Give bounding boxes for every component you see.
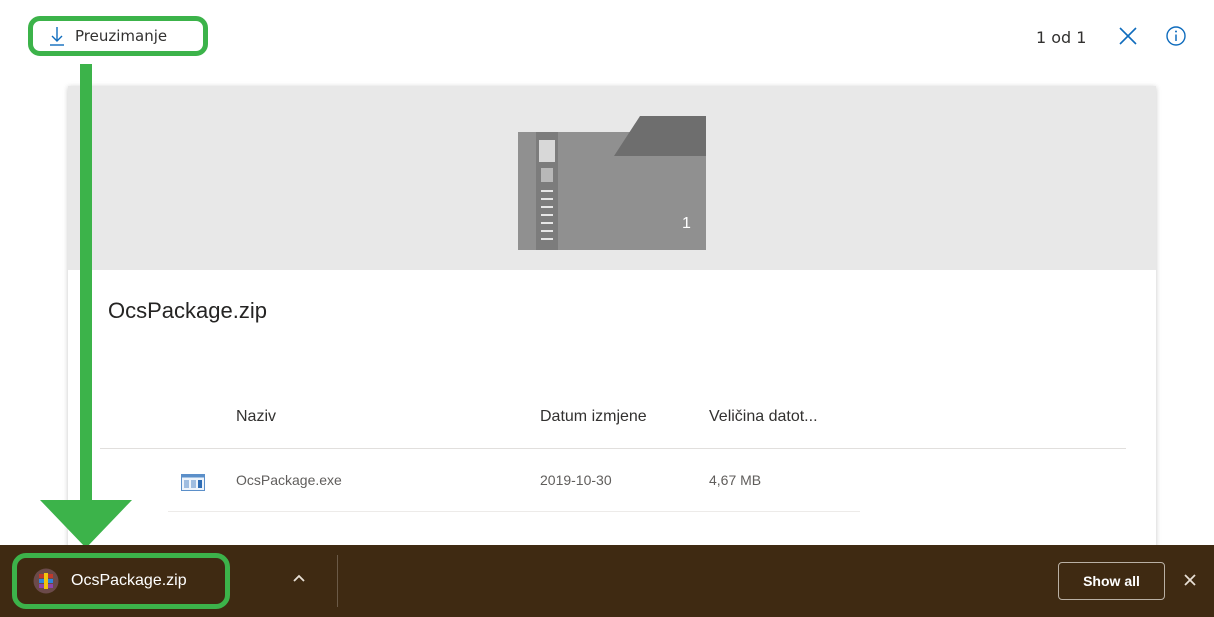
page-counter: 1 od 1 bbox=[1036, 28, 1087, 47]
download-arrow-icon bbox=[50, 27, 64, 46]
shelf-divider bbox=[337, 555, 338, 607]
show-all-button[interactable]: Show all bbox=[1058, 562, 1165, 600]
highlight-arrow-shaft bbox=[80, 64, 92, 512]
column-header-name[interactable]: Naziv bbox=[236, 408, 276, 426]
file-row-size: 4,67 MB bbox=[709, 472, 762, 488]
highlight-arrow-head bbox=[40, 500, 132, 548]
header-divider bbox=[100, 448, 1126, 449]
column-header-size[interactable]: Veličina datot... bbox=[709, 408, 818, 426]
downloaded-file-name: OcsPackage.zip bbox=[71, 572, 187, 589]
close-icon[interactable] bbox=[1183, 573, 1197, 587]
close-icon[interactable] bbox=[1116, 24, 1140, 48]
column-header-modified[interactable]: Datum izmjene bbox=[540, 408, 647, 426]
row-divider bbox=[168, 511, 860, 512]
download-label: Preuzimanje bbox=[75, 27, 168, 45]
download-button[interactable]: Preuzimanje bbox=[28, 16, 208, 56]
download-shelf: OcsPackage.zip Show all bbox=[0, 545, 1214, 617]
preview-area: 1 bbox=[68, 86, 1156, 270]
preview-badge-number: 1 bbox=[682, 215, 691, 232]
file-row[interactable]: OcsPackage.exe 2019-10-30 4,67 MB bbox=[68, 454, 1156, 510]
file-preview-card: 1 OcsPackage.zip Naziv Datum izmjene Vel… bbox=[68, 86, 1156, 556]
file-title: OcsPackage.zip bbox=[108, 298, 267, 323]
info-icon[interactable] bbox=[1164, 24, 1188, 48]
zip-folder-icon: 1 bbox=[518, 116, 706, 250]
chevron-up-icon[interactable] bbox=[292, 573, 306, 583]
downloaded-file-item[interactable]: OcsPackage.zip bbox=[12, 553, 230, 609]
file-row-name: OcsPackage.exe bbox=[236, 472, 342, 488]
archive-icon bbox=[33, 568, 59, 594]
viewer-toolbar: Preuzimanje 1 od 1 bbox=[0, 0, 1214, 72]
exe-file-icon bbox=[181, 474, 205, 491]
file-row-modified: 2019-10-30 bbox=[540, 472, 612, 488]
